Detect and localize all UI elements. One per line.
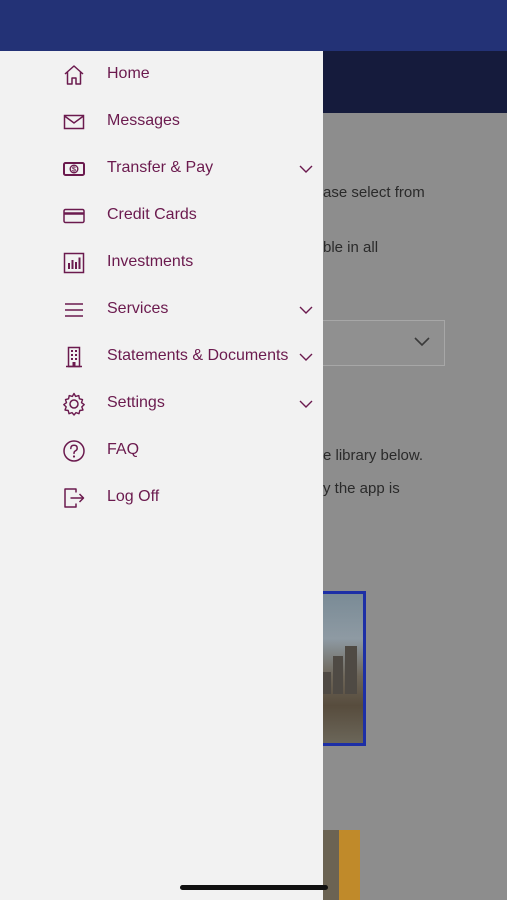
menu-item-transfer-pay[interactable]: $ Transfer & Pay — [0, 145, 323, 191]
menu-item-label: Home — [107, 65, 150, 82]
chevron-down-icon[interactable] — [298, 349, 314, 365]
svg-text:$: $ — [72, 167, 76, 174]
menu-item-label: FAQ — [107, 441, 140, 458]
credit-card-icon — [60, 202, 88, 230]
menu-item-statements-documents[interactable]: Statements & Documents — [0, 333, 323, 379]
background-text: y the app is — [323, 480, 400, 497]
menu-item-label: Credit Cards — [107, 206, 197, 223]
menu-item-investments[interactable]: Investments — [0, 239, 323, 285]
menu-item-label: Settings — [107, 394, 165, 411]
background-text: ase select from — [323, 184, 425, 201]
menu-item-log-off[interactable]: Log Off — [0, 474, 323, 520]
menu-item-faq[interactable]: FAQ — [0, 427, 323, 473]
building-icon — [60, 343, 88, 371]
menu-item-label: Investments — [107, 253, 194, 270]
chevron-down-icon[interactable] — [298, 302, 314, 318]
menu-item-label: Transfer & Pay — [107, 159, 214, 176]
menu-item-home[interactable]: Home — [0, 51, 323, 97]
menu-item-messages[interactable]: Messages — [0, 98, 323, 144]
menu-item-label: Messages — [107, 112, 180, 129]
logout-icon — [60, 484, 88, 512]
hamburger-icon — [60, 296, 88, 324]
background-text: ble in all — [323, 239, 379, 256]
menu-item-services[interactable]: Services — [0, 286, 323, 332]
home-indicator[interactable] — [180, 885, 328, 890]
menu-item-label: Statements & Documents — [107, 347, 289, 364]
envelope-icon — [60, 108, 88, 136]
chevron-down-icon — [414, 337, 430, 347]
menu-item-credit-cards[interactable]: Credit Cards — [0, 192, 323, 238]
menu-item-settings[interactable]: Settings — [0, 380, 323, 426]
gear-icon — [60, 390, 88, 418]
menu-item-label: Log Off — [107, 488, 160, 505]
status-bar — [0, 0, 507, 51]
navigation-drawer: Home Messages $ Transfer & Pay Credit Ca… — [0, 51, 323, 900]
menu-item-label: Services — [107, 300, 169, 317]
question-circle-icon — [60, 437, 88, 465]
chevron-down-icon[interactable] — [298, 161, 314, 177]
dollar-bill-icon: $ — [60, 155, 88, 183]
background-text: e library below. — [323, 447, 424, 464]
chevron-down-icon[interactable] — [298, 396, 314, 412]
bar-chart-icon — [60, 249, 88, 277]
home-icon — [60, 61, 88, 89]
